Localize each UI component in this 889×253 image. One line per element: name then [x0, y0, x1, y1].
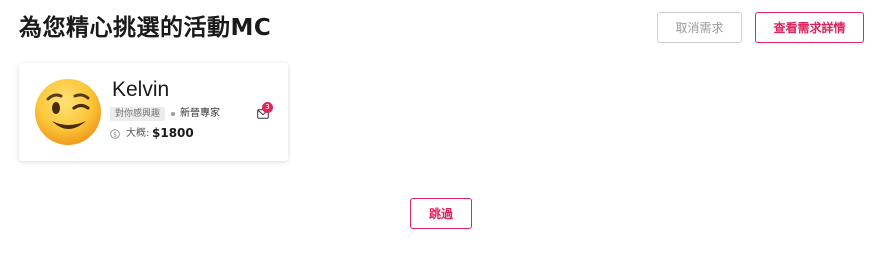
- view-request-details-button[interactable]: 查看需求詳情: [755, 12, 864, 43]
- price-value: $1800: [152, 126, 194, 140]
- interest-tag: 對你感興趣: [110, 107, 166, 121]
- message-count-badge: 3: [262, 102, 273, 113]
- cancel-request-button[interactable]: 取消需求: [657, 12, 742, 43]
- coin-icon: $: [110, 129, 120, 139]
- price-prefix: 大概:: [126, 128, 150, 139]
- skip-button[interactable]: 跳過: [410, 198, 472, 229]
- svg-text:$: $: [113, 131, 117, 138]
- page: 為您精心挑選的活動MC 取消需求 查看需求詳情 Kelvin 對你感興趣 新晉專…: [0, 0, 889, 253]
- mc-name: Kelvin: [112, 78, 170, 101]
- page-title: 為您精心挑選的活動MC: [19, 15, 272, 41]
- winking-face-icon: [35, 79, 101, 145]
- separator-dot: [171, 112, 175, 116]
- expert-label: 新晉專家: [180, 108, 220, 119]
- mc-card[interactable]: Kelvin 對你感興趣 新晉專家 $ 大概: $1800 3: [19, 63, 288, 161]
